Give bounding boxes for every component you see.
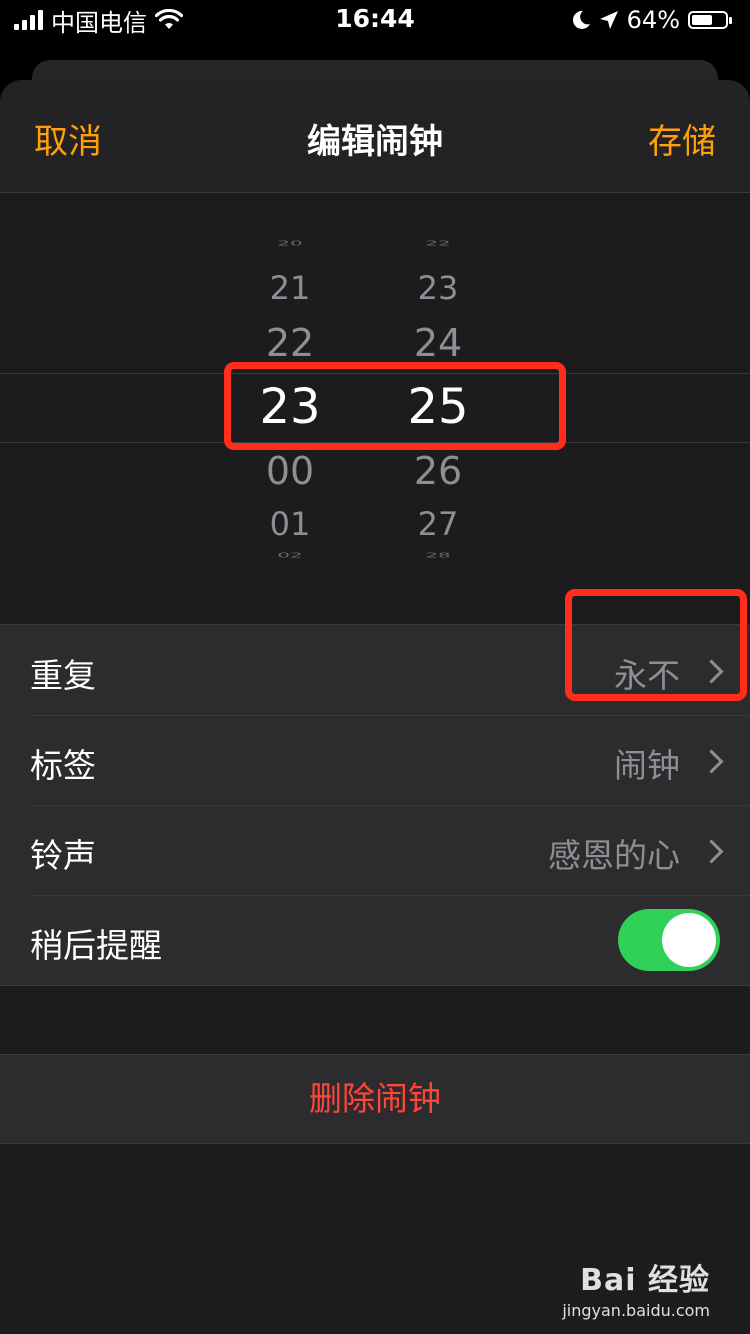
label-value: 闹钟 [614, 746, 680, 785]
hour-option[interactable]: 21 [230, 269, 350, 307]
watermark: Bai 经验 jingyan.baidu.com [562, 1255, 710, 1320]
sound-value: 感恩的心 [548, 836, 680, 875]
toggle-knob [662, 913, 716, 967]
battery-percent: 64% [626, 6, 680, 34]
snooze-toggle[interactable] [618, 909, 720, 971]
minute-option[interactable]: 24 [378, 321, 498, 365]
status-bar: 中国电信 16:44 64% [0, 0, 750, 40]
repeat-label: 重复 [30, 656, 96, 695]
repeat-highlight-box [565, 589, 747, 701]
minute-option[interactable]: 23 [378, 269, 498, 307]
watermark-brand: Bai 经验 [580, 1263, 710, 1298]
edit-alarm-sheet: 取消 编辑闹钟 存储 20 21 22 23 00 01 02 22 23 24… [0, 80, 750, 1334]
page-title: 编辑闹钟 [307, 122, 443, 162]
time-highlight-box [224, 362, 566, 450]
minute-option[interactable]: 26 [378, 449, 498, 493]
minute-option[interactable]: 22 [378, 239, 498, 247]
chevron-right-icon [699, 839, 724, 864]
snooze-row: 稍后提醒 [0, 895, 750, 985]
label-row[interactable]: 标签 闹钟 [0, 715, 750, 805]
battery-icon [688, 11, 732, 29]
hour-option[interactable]: 02 [230, 551, 350, 559]
status-right: 64% [571, 4, 732, 36]
snooze-label: 稍后提醒 [30, 926, 162, 965]
battery-fill [692, 15, 713, 25]
watermark-url: jingyan.baidu.com [562, 1301, 710, 1320]
label-label: 标签 [30, 746, 96, 785]
hour-option[interactable]: 01 [230, 505, 350, 543]
sound-row[interactable]: 铃声 感恩的心 [0, 805, 750, 895]
nav-bar: 取消 编辑闹钟 存储 [0, 80, 750, 193]
sound-label: 铃声 [30, 836, 96, 875]
hour-option[interactable]: 00 [230, 449, 350, 493]
chevron-right-icon [699, 749, 724, 774]
minute-option[interactable]: 27 [378, 505, 498, 543]
location-arrow-icon [599, 11, 618, 29]
minute-option[interactable]: 28 [378, 551, 498, 559]
hour-option[interactable]: 22 [230, 321, 350, 365]
hour-option[interactable]: 20 [230, 239, 350, 247]
save-button[interactable]: 存储 [648, 114, 716, 163]
delete-alarm-button[interactable]: 删除闹钟 [0, 1054, 750, 1144]
moon-icon [572, 10, 590, 29]
